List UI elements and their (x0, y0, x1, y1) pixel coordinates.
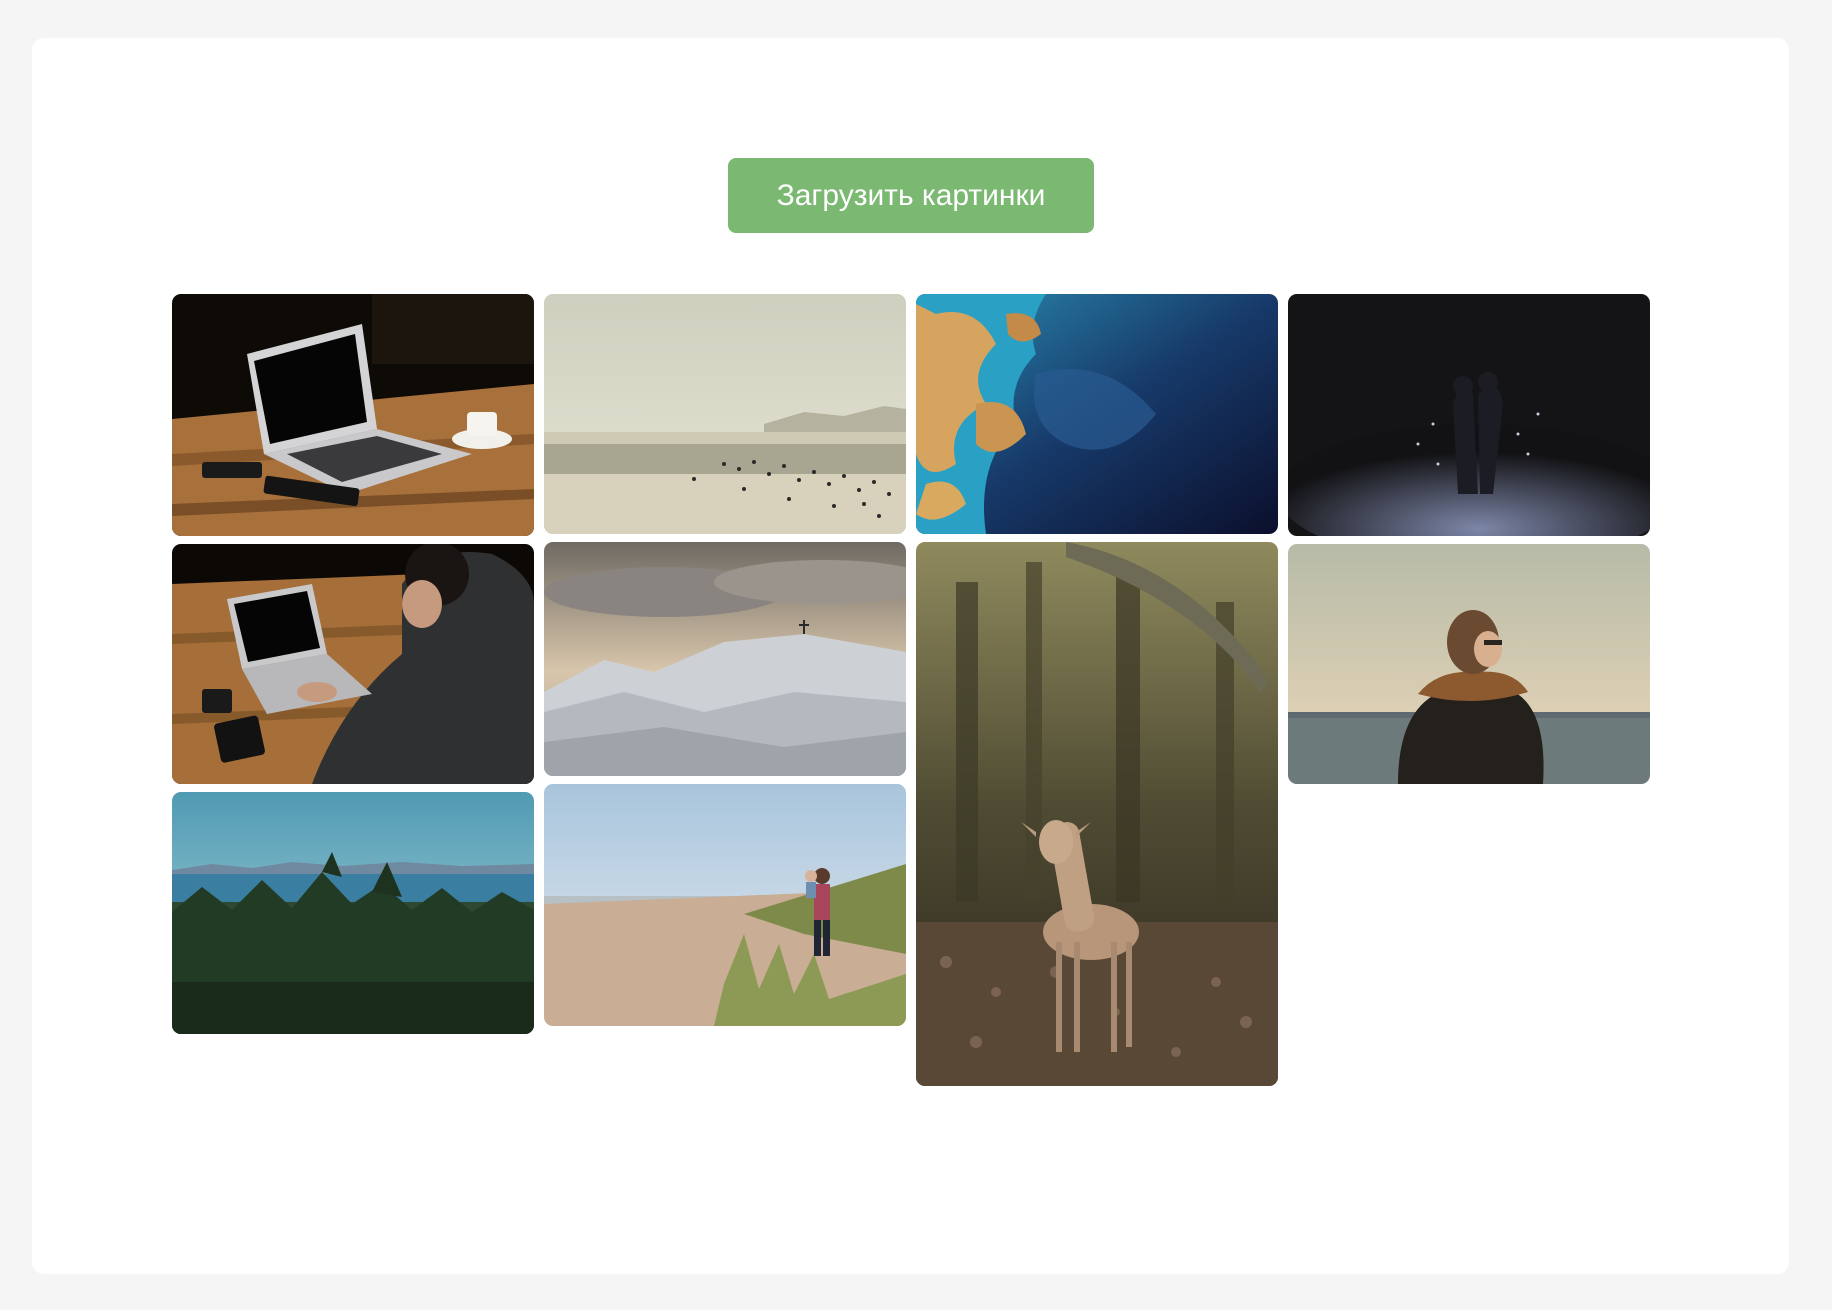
gallery-image-deer-forest[interactable] (916, 542, 1278, 1086)
gallery-image-couple-snow[interactable] (1288, 294, 1650, 536)
gallery-image-snowy-hill[interactable] (544, 542, 906, 776)
gallery-card: Загрузить картинки (32, 38, 1789, 1274)
gallery-image-woman-sea[interactable] (1288, 544, 1650, 784)
gallery-image-forest-lake[interactable] (172, 792, 534, 1034)
gallery-image-laptop-table[interactable] (172, 294, 534, 536)
aerial-ocean-image (916, 294, 1278, 534)
man-child-beach-image (544, 784, 906, 1026)
hazy-beach-image (544, 294, 906, 534)
gallery-image-aerial-ocean[interactable] (916, 294, 1278, 534)
couple-snow-image (1288, 294, 1650, 536)
man-laptop-image (172, 544, 534, 784)
laptop-table-image (172, 294, 534, 536)
gallery-image-man-laptop[interactable] (172, 544, 534, 784)
forest-lake-image (172, 792, 534, 1034)
gallery-image-man-child-beach[interactable] (544, 784, 906, 1026)
woman-sea-image (1288, 544, 1650, 784)
snowy-hill-image (544, 542, 906, 776)
deer-forest-image (916, 542, 1278, 1086)
upload-images-button[interactable]: Загрузить картинки (728, 158, 1094, 233)
gallery-image-hazy-beach[interactable] (544, 294, 906, 534)
